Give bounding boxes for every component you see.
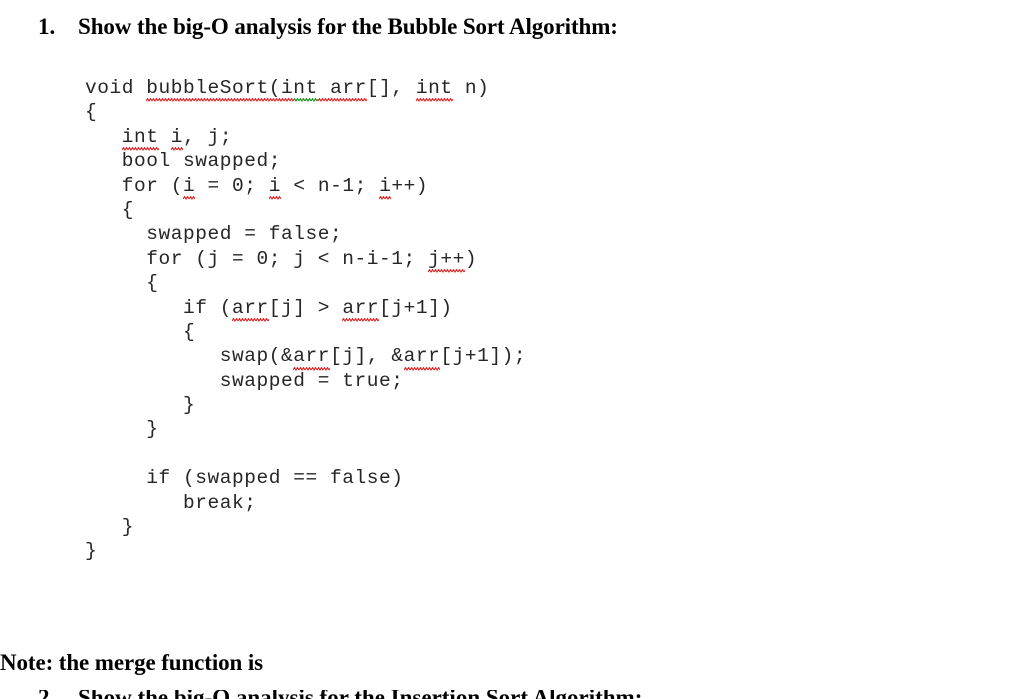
- code-text: ): [464, 247, 478, 270]
- spellcheck-underline: arr: [232, 296, 269, 323]
- code-line: {: [85, 100, 526, 124]
- code-line: swapped = true;: [85, 369, 526, 393]
- spellcheck-underline: arr: [342, 296, 380, 323]
- code-text: [j], &: [330, 345, 404, 368]
- code-text: if (swapped == false): [85, 467, 404, 490]
- code-text: break;: [85, 491, 257, 514]
- question-number: 1.: [38, 14, 56, 39]
- question-title: Show the big-O analysis for the Bubble S…: [78, 14, 618, 39]
- code-line: }: [85, 393, 526, 417]
- code-line: void bubbleSort(int arr[], int n): [85, 76, 526, 103]
- code-line: bool swapped;: [85, 149, 526, 173]
- spellcheck-underline: arr: [293, 345, 331, 372]
- code-text: bool swapped;: [85, 150, 282, 173]
- code-block: void bubbleSort(int arr[], int n){ int i…: [85, 76, 526, 564]
- spellcheck-underline: i: [379, 174, 392, 201]
- grammarcheck-underline: nt: [293, 77, 318, 103]
- spellcheck-underline: int: [415, 77, 453, 103]
- code-line: swap(&arr[j], &arr[j+1]);: [85, 344, 527, 372]
- code-text: {: [85, 272, 159, 295]
- code-text: = 0;: [195, 174, 269, 197]
- spellcheck-underline: i: [170, 125, 184, 152]
- code-text: swap(&: [85, 345, 294, 368]
- code-text: , j;: [183, 125, 233, 148]
- code-text: }: [85, 516, 135, 539]
- code-text: < n-1;: [281, 174, 380, 197]
- code-text: {: [85, 198, 135, 221]
- code-line: }: [85, 417, 526, 441]
- code-line: }: [85, 515, 526, 539]
- code-text: {: [85, 101, 98, 124]
- spellcheck-underline: i: [268, 174, 282, 201]
- code-text: [j+1]);: [440, 345, 527, 368]
- note-text: Note: the merge function is: [0, 650, 264, 675]
- code-text: [j+1]): [379, 296, 453, 319]
- code-line: if (arr[j] > arr[j+1]): [85, 296, 526, 323]
- spellcheck-underline: int: [121, 125, 159, 152]
- next-question-clipped: 2. Show the big-O analysis for the Inser…: [38, 690, 998, 699]
- spellcheck-underline: j++: [428, 247, 465, 274]
- code-text: }: [85, 394, 196, 417]
- spellcheck-underline: i: [183, 174, 196, 201]
- code-line: {: [85, 198, 526, 222]
- code-text: if (: [85, 296, 233, 319]
- spellcheck-underline: arr: [317, 77, 367, 103]
- code-text: {: [85, 320, 196, 343]
- code-line: for (i = 0; i < n-1; i++): [85, 174, 526, 201]
- code-text: for (j = 0; j < n-i-1;: [85, 247, 429, 270]
- code-line: break;: [85, 491, 526, 515]
- code-text: for (: [85, 174, 184, 197]
- code-line: }: [85, 539, 526, 563]
- spellcheck-underline: arr: [403, 345, 441, 372]
- code-text: [j] >: [268, 296, 343, 319]
- code-text: swapped = false;: [85, 223, 343, 246]
- code-text: [],: [366, 77, 416, 99]
- code-text: }: [85, 418, 159, 441]
- next-question-number: 2.: [38, 690, 78, 699]
- code-text: swapped = true;: [85, 369, 404, 392]
- code-line: {: [85, 320, 526, 344]
- code-line: int i, j;: [85, 125, 526, 152]
- code-text: }: [85, 540, 98, 563]
- code-line: if (swapped == false): [85, 466, 526, 490]
- code-text: ++): [391, 174, 429, 197]
- code-line: swapped = false;: [85, 222, 526, 246]
- next-question-title: Show the big-O analysis for the Insertio…: [78, 690, 642, 699]
- code-line: for (j = 0; j < n-i-1; j++): [85, 247, 526, 274]
- code-text: n): [452, 77, 490, 99]
- code-text: void: [85, 77, 147, 99]
- code-line: {: [85, 271, 526, 295]
- spellcheck-underline: bubbleSort(i: [146, 77, 294, 103]
- question-heading: 1. Show the big-O analysis for the Bubbl…: [38, 14, 978, 40]
